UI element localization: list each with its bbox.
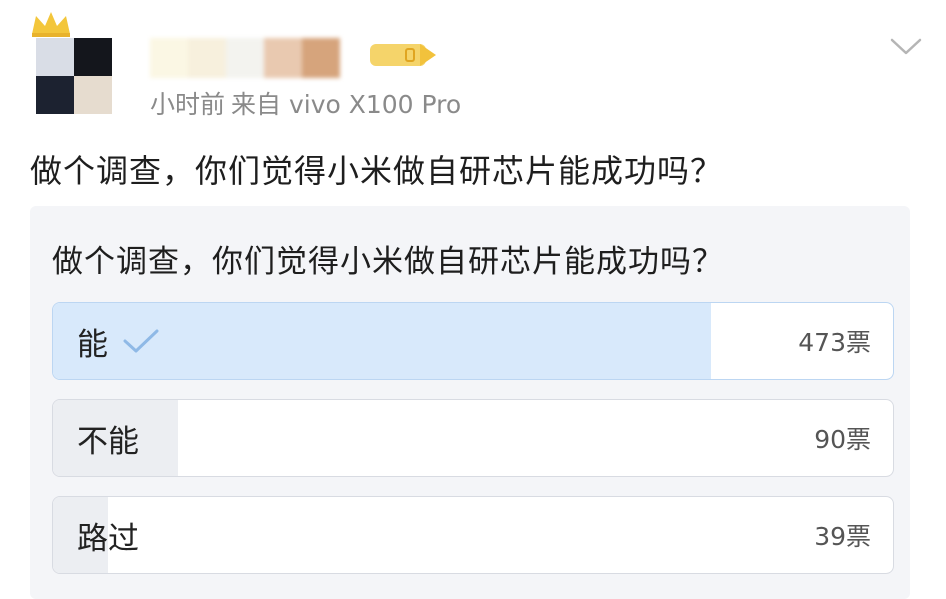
- poll-title: 做个调查，你们觉得小米做自研芯片能成功吗？: [52, 244, 724, 280]
- poll-option-label-wrap: 不能: [77, 400, 139, 476]
- blur-block: [188, 38, 226, 78]
- poll-option-count: 90票: [814, 425, 871, 454]
- poll-option-label: 不能: [77, 423, 139, 460]
- blur-block: [302, 38, 340, 78]
- avatar-pixel: [36, 76, 74, 114]
- poll-card: 做个调查，你们觉得小米做自研芯片能成功吗？ 能 473票 不能 90票 路过 3…: [30, 206, 910, 599]
- blur-block: [264, 38, 302, 78]
- poll-option-pass[interactable]: 路过 39票: [52, 496, 894, 574]
- username-blurred[interactable]: [150, 38, 340, 78]
- poll-option-no[interactable]: 不能 90票: [52, 399, 894, 477]
- poll-option-label: 能: [77, 326, 108, 363]
- crown-icon: [32, 12, 70, 37]
- post-meta: 小时前 来自 vivo X100 Pro: [150, 86, 461, 120]
- avatar[interactable]: [36, 38, 112, 114]
- weibo-post: 小时前 来自 vivo X100 Pro 做个调查，你们觉得小米做自研芯片能成功…: [0, 0, 946, 599]
- avatar-pixel: [74, 76, 112, 114]
- post-source[interactable]: 来自 vivo X100 Pro: [231, 85, 461, 121]
- blur-block: [150, 38, 188, 78]
- poll-option-count: 39票: [814, 522, 871, 551]
- checkmark-icon: [123, 329, 159, 353]
- vip-badge-icon[interactable]: [370, 40, 440, 70]
- post-time: 小时前: [150, 90, 226, 119]
- poll-option-label-wrap: 路过: [77, 497, 139, 573]
- chevron-down-icon[interactable]: [888, 34, 924, 58]
- post-text: 做个调查，你们觉得小米做自研芯片能成功吗？: [30, 152, 724, 190]
- poll-option-label-wrap: 能: [77, 303, 160, 379]
- poll-option-label: 路过: [77, 520, 139, 557]
- avatar-pixel: [36, 38, 74, 76]
- poll-option-count: 473票: [798, 328, 871, 357]
- avatar-pixel: [74, 38, 112, 76]
- blur-block: [226, 38, 264, 78]
- poll-option-yes[interactable]: 能 473票: [52, 302, 894, 380]
